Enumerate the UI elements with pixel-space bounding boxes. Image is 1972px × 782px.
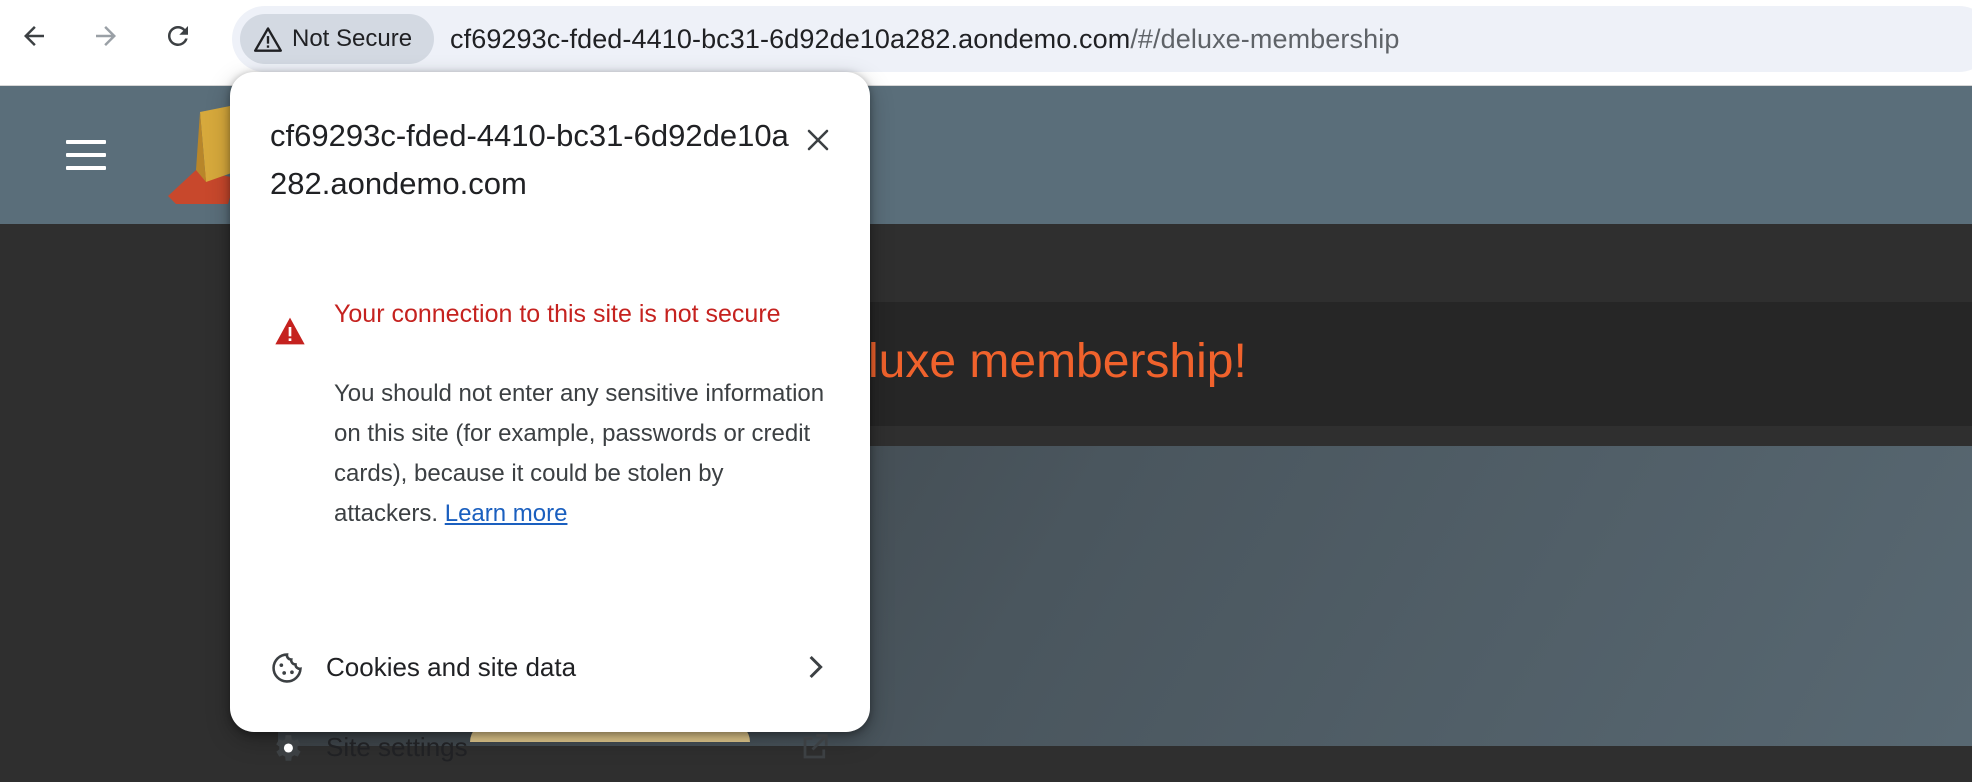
forward-button[interactable] xyxy=(88,18,124,54)
popup-hostname: cf69293c-fded-4410-bc31-6d92de10a282.aon… xyxy=(270,118,789,201)
learn-more-link[interactable]: Learn more xyxy=(445,500,568,527)
connection-warning-title: Your connection to this site is not secu… xyxy=(334,300,781,328)
open-in-new-icon xyxy=(803,734,828,759)
site-settings-label: Site settings xyxy=(326,732,468,762)
back-button[interactable] xyxy=(16,18,52,54)
address-bar[interactable]: Not Secure cf69293c-fded-4410-bc31-6d92d… xyxy=(232,6,1972,72)
warning-triangle-icon xyxy=(254,27,282,52)
reload-button[interactable] xyxy=(160,18,196,54)
security-chip-label: Not Secure xyxy=(292,25,413,52)
site-info-popup: cf69293c-fded-4410-bc31-6d92de10a282.aon… xyxy=(230,72,870,762)
close-button[interactable] xyxy=(802,124,834,156)
cookies-label: Cookies and site data xyxy=(326,652,577,682)
site-settings-row[interactable]: Site settings xyxy=(230,712,870,782)
warning-triangle-icon xyxy=(275,317,305,345)
banner-title: luxe membership! xyxy=(868,335,1247,388)
gear-icon xyxy=(276,735,301,761)
chevron-right-icon xyxy=(809,655,823,679)
security-chip[interactable]: Not Secure xyxy=(240,14,434,64)
url-text[interactable]: cf69293c-fded-4410-bc31-6d92de10a282.aon… xyxy=(450,24,1399,55)
url-host: cf69293c-fded-4410-bc31-6d92de10a282.aon… xyxy=(450,24,1131,54)
forward-arrow-icon xyxy=(96,26,116,46)
reload-icon xyxy=(167,25,188,46)
warning-body-text: You should not enter any sensitive infor… xyxy=(334,380,825,527)
url-path: /#/deluxe-membership xyxy=(1130,24,1400,54)
hamburger-menu-icon[interactable] xyxy=(66,140,106,170)
back-arrow-icon xyxy=(24,26,44,46)
connection-warning-body: You should not enter any sensitive infor… xyxy=(334,374,834,534)
cookie-icon xyxy=(272,653,302,683)
close-icon xyxy=(807,129,829,151)
cookies-site-data-row[interactable]: Cookies and site data xyxy=(230,632,870,702)
